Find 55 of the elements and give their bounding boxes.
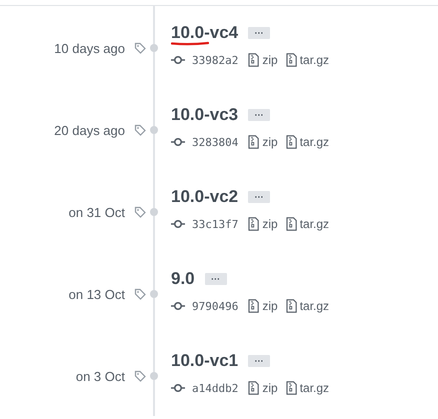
timeline-dot	[150, 290, 158, 298]
tag-date: on 31 Oct	[68, 204, 125, 220]
file-zip-icon	[286, 135, 297, 149]
file-zip-icon	[248, 53, 260, 67]
timeline-dot	[150, 372, 158, 380]
commit-icon	[171, 55, 185, 65]
more-button[interactable]: ···	[248, 27, 270, 39]
tag-icon	[134, 206, 146, 218]
tag-icon	[134, 370, 146, 382]
more-button[interactable]: ···	[248, 109, 270, 121]
tag-icon	[134, 42, 146, 54]
commit-icon	[171, 137, 185, 147]
commit-icon	[171, 301, 185, 311]
timeline-dot	[150, 126, 158, 134]
tag-icon	[134, 124, 146, 136]
tag-date: on 13 Oct	[68, 286, 125, 302]
timeline-dot	[150, 44, 158, 52]
tag-name-link[interactable]: 10.0-vc4	[171, 23, 238, 43]
download-link[interactable]: tar.gz	[300, 135, 330, 149]
more-button[interactable]: ···	[248, 191, 270, 203]
file-zip-icon	[286, 217, 297, 231]
file-zip-icon	[248, 299, 260, 313]
commit-link[interactable]: a14ddb2	[192, 382, 238, 394]
more-button[interactable]: ···	[248, 355, 270, 367]
more-button[interactable]: ···	[204, 273, 227, 285]
file-zip-icon	[248, 381, 260, 395]
commit-icon	[171, 383, 185, 393]
file-zip-icon	[248, 135, 260, 149]
download-link[interactable]: zip	[262, 299, 278, 313]
download-link[interactable]: zip	[262, 381, 278, 395]
tag-date: on 3 Oct	[76, 368, 125, 384]
file-zip-icon	[286, 53, 297, 67]
tag-name-link[interactable]: 10.0-vc3	[171, 105, 238, 125]
commit-link[interactable]: 33c13f7	[192, 218, 238, 230]
commit-icon	[171, 219, 185, 229]
download-link[interactable]: tar.gz	[300, 53, 330, 67]
commit-link[interactable]: 9790496	[192, 300, 238, 312]
file-zip-icon	[286, 381, 297, 395]
tag-name-link[interactable]: 9.0	[171, 269, 195, 289]
download-link[interactable]: zip	[262, 135, 278, 149]
tag-name-link[interactable]: 10.0-vc1	[171, 351, 238, 371]
download-link[interactable]: tar.gz	[300, 299, 330, 313]
commit-link[interactable]: 3283804	[192, 136, 238, 148]
download-link[interactable]: zip	[262, 53, 278, 67]
tag-date: 10 days ago	[54, 40, 125, 56]
download-link[interactable]: tar.gz	[300, 217, 330, 231]
download-link[interactable]: zip	[262, 217, 278, 231]
tag-date: 20 days ago	[54, 122, 125, 138]
download-link[interactable]: tar.gz	[300, 381, 330, 395]
file-zip-icon	[248, 217, 260, 231]
file-zip-icon	[286, 299, 297, 313]
tag-name-link[interactable]: 10.0-vc2	[171, 187, 238, 207]
timeline-dot	[150, 208, 158, 216]
tag-icon	[134, 288, 146, 300]
commit-link[interactable]: 33982a2	[192, 54, 238, 66]
